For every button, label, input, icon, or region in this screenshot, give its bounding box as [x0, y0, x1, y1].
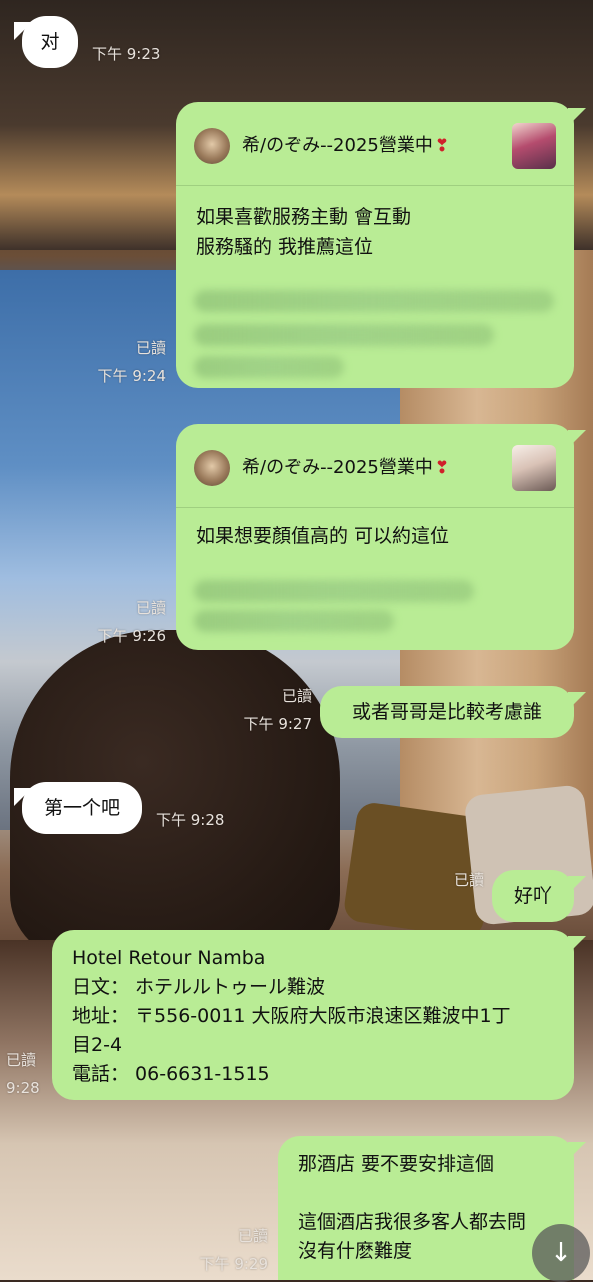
message-text: 這個酒店我很多客人都去問 — [298, 1211, 527, 1233]
hotel-name: Hotel Retour Namba — [72, 947, 266, 969]
read-receipt: 已讀 — [6, 1051, 37, 1069]
message-bubble[interactable]: Hotel Retour Namba 日文： ホテルルトゥール難波 地址： 〒5… — [52, 930, 574, 1100]
shared-post-thumbnail[interactable] — [512, 123, 556, 169]
hotel-address-cont: 目2-4 — [72, 1034, 123, 1056]
shared-post-card[interactable]: 希/のぞみ--2025營業中 ❣ 如果喜歡服務主動 會互動 服務騷的 我推薦這位 — [176, 102, 574, 388]
hotel-phone[interactable]: 電話： 06-6631-1515 — [72, 1060, 511, 1089]
shared-post-author: 希/のぞみ--2025營業中 ❣ — [242, 457, 450, 478]
shared-post-text: 如果喜歡服務主動 會互動 服務騷的 我推薦這位 — [196, 206, 412, 258]
message-bubble[interactable]: 第一个吧 — [22, 782, 142, 834]
message-bubble[interactable]: 好吖 — [492, 870, 574, 922]
read-receipt: 已讀 — [135, 339, 166, 357]
shared-post-thumbnail[interactable] — [512, 445, 556, 491]
read-receipt: 已讀 — [281, 687, 312, 705]
heart-icon: ❣ — [434, 458, 450, 478]
message-time: 9:28 — [6, 1079, 40, 1097]
shared-post-author: 希/のぞみ--2025營業中 ❣ — [242, 135, 450, 156]
read-receipt: 已讀 — [453, 871, 484, 889]
blurred-content — [194, 580, 474, 602]
message-time: 下午 9:23 — [92, 45, 161, 63]
message-text: 或者哥哥是比較考慮誰 — [351, 700, 542, 723]
message-bubble[interactable]: 对 — [22, 16, 78, 68]
divider — [176, 185, 574, 186]
hotel-address: 地址： 〒556-0011 大阪府大阪市浪速区難波中1丁 — [72, 1005, 511, 1027]
shared-post-header: 希/のぞみ--2025營業中 ❣ — [194, 444, 556, 492]
scroll-to-bottom-button[interactable]: ↓ — [532, 1224, 590, 1282]
message-text: 那酒店 要不要安排這個 — [298, 1153, 495, 1175]
message-time: 下午 9:24 — [97, 367, 166, 385]
message-text: 好吖 — [513, 884, 552, 907]
read-receipt: 已讀 — [135, 599, 166, 617]
message-bubble[interactable]: 或者哥哥是比較考慮誰 — [320, 686, 574, 738]
message-text: 沒有什麽難度 — [298, 1240, 413, 1262]
blurred-content — [194, 290, 554, 312]
blurred-content — [194, 610, 394, 632]
message-time: 下午 9:26 — [97, 627, 166, 645]
divider — [176, 507, 574, 508]
blurred-content — [194, 324, 494, 346]
shared-post-header: 希/のぞみ--2025營業中 ❣ — [194, 122, 556, 170]
read-receipt: 已讀 — [237, 1227, 268, 1245]
message-time: 下午 9:27 — [243, 715, 312, 733]
avatar — [194, 450, 230, 486]
heart-icon: ❣ — [434, 136, 450, 156]
shared-post-card[interactable]: 希/のぞみ--2025營業中 ❣ 如果想要顏值高的 可以約這位 — [176, 424, 574, 650]
blurred-content — [194, 356, 344, 378]
shared-post-text: 如果想要顏值高的 可以約這位 — [196, 525, 450, 547]
message-text: 对 — [40, 30, 60, 53]
avatar — [194, 128, 230, 164]
hotel-info: Hotel Retour Namba 日文： ホテルルトゥール難波 地址： 〒5… — [72, 944, 511, 1089]
hotel-japanese-name: 日文： ホテルルトゥール難波 — [72, 976, 326, 998]
message-text: 第一个吧 — [43, 796, 120, 819]
message-bubble[interactable]: 那酒店 要不要安排這個 這個酒店我很多客人都去問 沒有什麽難度 — [278, 1136, 574, 1280]
arrow-down-icon: ↓ — [550, 1238, 572, 1268]
message-time: 下午 9:29 — [199, 1255, 268, 1273]
message-time: 下午 9:28 — [156, 811, 225, 829]
